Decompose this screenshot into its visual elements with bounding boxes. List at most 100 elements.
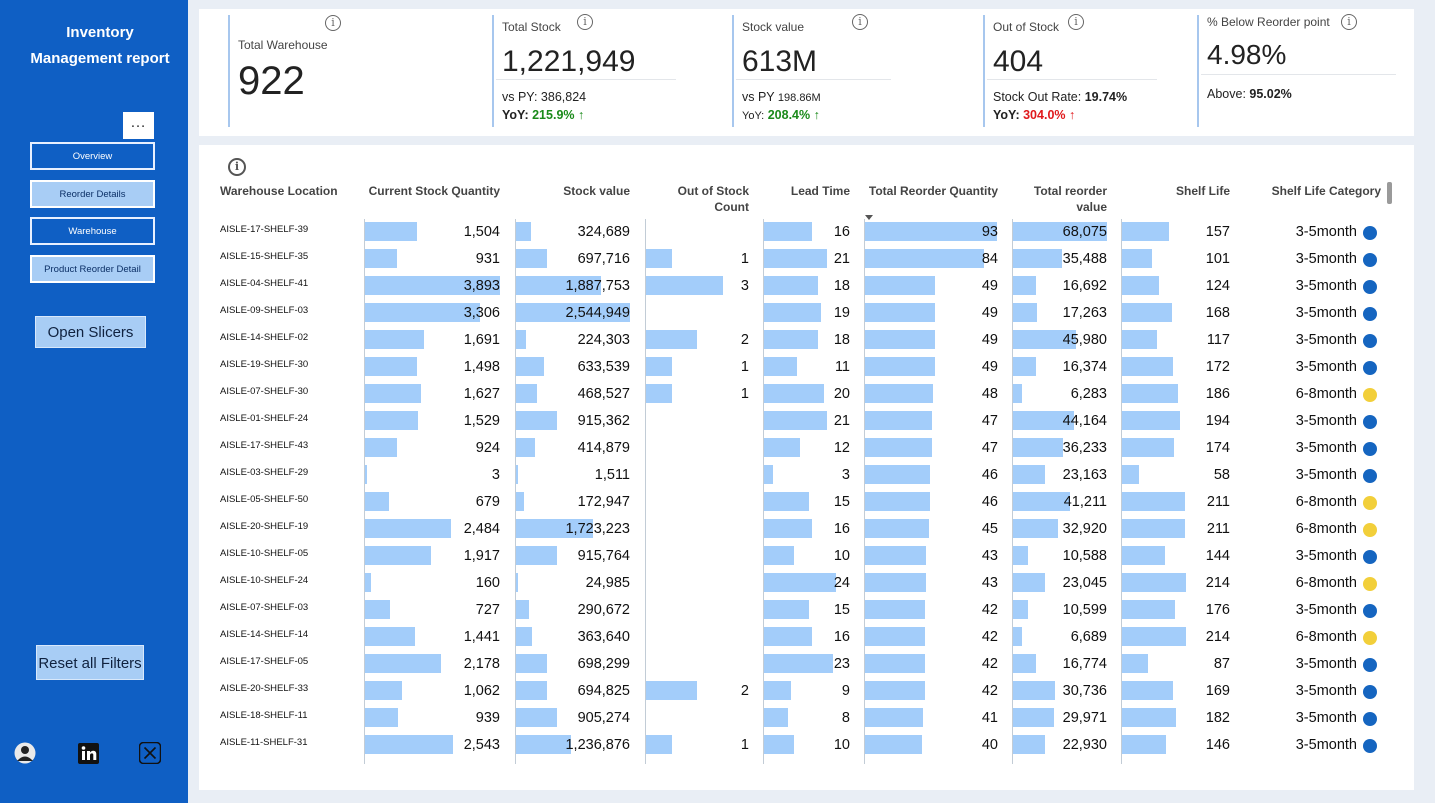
cell-qty: 924 <box>475 440 500 456</box>
table-row[interactable]: AISLE-10-SHELF-05 1,917 915,764 10 43 10,588 1… <box>199 543 1414 570</box>
category-status-dot <box>1363 631 1377 645</box>
cell-val: 694,825 <box>577 683 630 699</box>
cell-sl: 194 <box>1205 413 1230 429</box>
cell-shelf-life-category: 6-8month <box>1295 521 1357 537</box>
category-status-dot <box>1363 388 1377 402</box>
cell-rq: 40 <box>981 737 998 753</box>
cell-rq: 49 <box>981 305 998 321</box>
cell-val: 1,723,223 <box>565 521 630 537</box>
cell-warehouse-location: AISLE-18-SHELF-11 <box>220 710 308 721</box>
x-icon[interactable] <box>139 742 161 764</box>
info-icon[interactable]: i <box>228 158 246 176</box>
cell-qty: 3,893 <box>463 278 500 294</box>
header-out-of-stock-count[interactable]: Out of Stock Count <box>649 183 749 215</box>
cell-val: 698,299 <box>577 656 630 672</box>
cell-qty: 1,917 <box>463 548 500 564</box>
cell-rq: 84 <box>981 251 998 267</box>
table-row[interactable]: AISLE-17-SHELF-43 924 414,879 12 47 36,233 174… <box>199 435 1414 462</box>
cell-shelf-life-category: 3-5month <box>1295 251 1357 267</box>
table-row[interactable]: AISLE-14-SHELF-02 1,691 224,303 2 18 49 45,980… <box>199 327 1414 354</box>
cell-qty: 2,178 <box>463 656 500 672</box>
cell-warehouse-location: AISLE-20-SHELF-19 <box>220 521 309 532</box>
cell-qty: 2,484 <box>463 521 500 537</box>
category-status-dot <box>1363 415 1377 429</box>
header-shelf-life-category[interactable]: Shelf Life Category <box>1249 183 1381 199</box>
table-row[interactable]: AISLE-17-SHELF-39 1,504 324,689 16 93 68,075 1… <box>199 219 1414 246</box>
table-row[interactable]: AISLE-05-SHELF-50 679 172,947 15 46 41,211 211… <box>199 489 1414 516</box>
kpi-value: 922 <box>238 59 305 103</box>
cell-sl: 186 <box>1205 386 1230 402</box>
table-row[interactable]: AISLE-01-SHELF-24 1,529 915,362 21 47 44,164 1… <box>199 408 1414 435</box>
table-row[interactable]: AISLE-14-SHELF-14 1,441 363,640 16 42 6,689 21… <box>199 624 1414 651</box>
open-slicers-button[interactable]: Open Slicers <box>35 316 146 348</box>
table-row[interactable]: AISLE-19-SHELF-30 1,498 633,539 1 11 49 16,374… <box>199 354 1414 381</box>
category-status-dot <box>1363 253 1377 267</box>
cell-rq: 42 <box>981 683 998 699</box>
table-row[interactable]: AISLE-10-SHELF-24 160 24,985 24 43 23,045 214 6… <box>199 570 1414 597</box>
cell-warehouse-location: AISLE-07-SHELF-30 <box>220 386 309 397</box>
table-row[interactable]: AISLE-17-SHELF-05 2,178 698,299 23 42 16,774 8… <box>199 651 1414 678</box>
cell-warehouse-location: AISLE-20-SHELF-33 <box>220 683 309 694</box>
nav-product-reorder-detail-button[interactable]: Product Reorder Detail <box>30 255 155 283</box>
cell-val: 414,879 <box>577 440 630 456</box>
cell-lead: 18 <box>833 332 850 348</box>
cell-rq: 45 <box>981 521 998 537</box>
info-icon[interactable]: i <box>1341 14 1357 30</box>
header-line: Out of Stock <box>677 184 749 198</box>
more-options-button[interactable]: … <box>123 112 154 139</box>
table-row[interactable]: AISLE-04-SHELF-41 3,893 1,887,753 3 18 49 16,6… <box>199 273 1414 300</box>
data-bar-qty <box>365 573 371 592</box>
avatar-icon[interactable] <box>14 742 36 764</box>
info-icon[interactable]: i <box>1068 14 1084 30</box>
table-row[interactable]: AISLE-07-SHELF-03 727 290,672 15 42 10,599 176… <box>199 597 1414 624</box>
cell-lead: 16 <box>833 224 850 240</box>
table-row[interactable]: AISLE-20-SHELF-33 1,062 694,825 2 9 42 30,736 1… <box>199 678 1414 705</box>
kpi-stock-value: Stock value i 613M vs PY 198.86M YoY: 20… <box>732 14 972 127</box>
nav-warehouse-button[interactable]: Warehouse <box>30 217 155 245</box>
kpi-yoy: YoY: 304.0% ↑ <box>993 108 1076 122</box>
header-total-reorder-value[interactable]: Total reorder value <box>1019 183 1107 215</box>
cell-rv: 30,736 <box>1062 683 1107 699</box>
cell-sl: 87 <box>1213 656 1230 672</box>
kpi-out-of-stock: Out of Stock i 404 Stock Out Rate: 19.74… <box>983 14 1188 127</box>
cell-rv: 6,283 <box>1070 386 1107 402</box>
info-icon[interactable]: i <box>577 14 593 30</box>
nav-reorder-details-button[interactable]: Reorder Details <box>30 180 155 208</box>
kpi-vs-py: vs PY 198.86M <box>742 90 821 104</box>
info-icon[interactable]: i <box>852 14 868 30</box>
table-row[interactable]: AISLE-03-SHELF-29 3 1,511 3 46 23,163 58 3-5mon… <box>199 462 1414 489</box>
kpi-yoy: YoY: 215.9% ↑ <box>502 108 585 122</box>
header-total-reorder-quantity[interactable]: Total Reorder Quantity <box>859 183 998 199</box>
category-status-dot <box>1363 280 1377 294</box>
cell-lead: 9 <box>841 683 850 699</box>
table-row[interactable]: AISLE-18-SHELF-11 939 905,274 8 41 29,971 182 3… <box>199 705 1414 732</box>
header-current-stock-quantity[interactable]: Current Stock Quantity <box>349 183 500 199</box>
cell-qty: 3,306 <box>463 305 500 321</box>
table-row[interactable]: AISLE-11-SHELF-31 2,543 1,236,876 1 10 40 22,9… <box>199 732 1414 759</box>
kpi-label: Total Warehouse <box>238 38 328 52</box>
cell-warehouse-location: AISLE-03-SHELF-29 <box>220 467 309 478</box>
vertical-scrollbar[interactable] <box>1387 182 1392 204</box>
cell-lead: 15 <box>833 602 850 618</box>
header-lead-time[interactable]: Lead Time <box>769 183 850 199</box>
header-shelf-life[interactable]: Shelf Life <box>1159 183 1230 199</box>
info-icon[interactable]: i <box>325 15 341 31</box>
table-row[interactable]: AISLE-09-SHELF-03 3,306 2,544,949 19 49 17,26… <box>199 300 1414 327</box>
cell-shelf-life-category: 3-5month <box>1295 737 1357 753</box>
cell-val: 1,887,753 <box>565 278 630 294</box>
table-row[interactable]: AISLE-07-SHELF-30 1,627 468,527 1 20 48 6,283 1… <box>199 381 1414 408</box>
cell-warehouse-location: AISLE-04-SHELF-41 <box>220 278 309 289</box>
cell-qty: 679 <box>475 494 500 510</box>
table-row[interactable]: AISLE-15-SHELF-35 931 697,716 1 21 84 35,488 10… <box>199 246 1414 273</box>
category-status-dot <box>1363 739 1377 753</box>
header-stock-value[interactable]: Stock value <box>529 183 630 199</box>
linkedin-icon[interactable] <box>77 742 99 764</box>
nav-overview-button[interactable]: Overview <box>30 142 155 170</box>
data-bar-qty <box>365 465 367 484</box>
reset-filters-button[interactable]: Reset all Filters <box>36 645 144 680</box>
cell-val: 24,985 <box>585 575 630 591</box>
cell-val: 1,236,876 <box>565 737 630 753</box>
header-warehouse-location[interactable]: Warehouse Location <box>220 183 350 199</box>
table-row[interactable]: AISLE-20-SHELF-19 2,484 1,723,223 16 45 32,92… <box>199 516 1414 543</box>
cell-rv: 10,599 <box>1062 602 1107 618</box>
